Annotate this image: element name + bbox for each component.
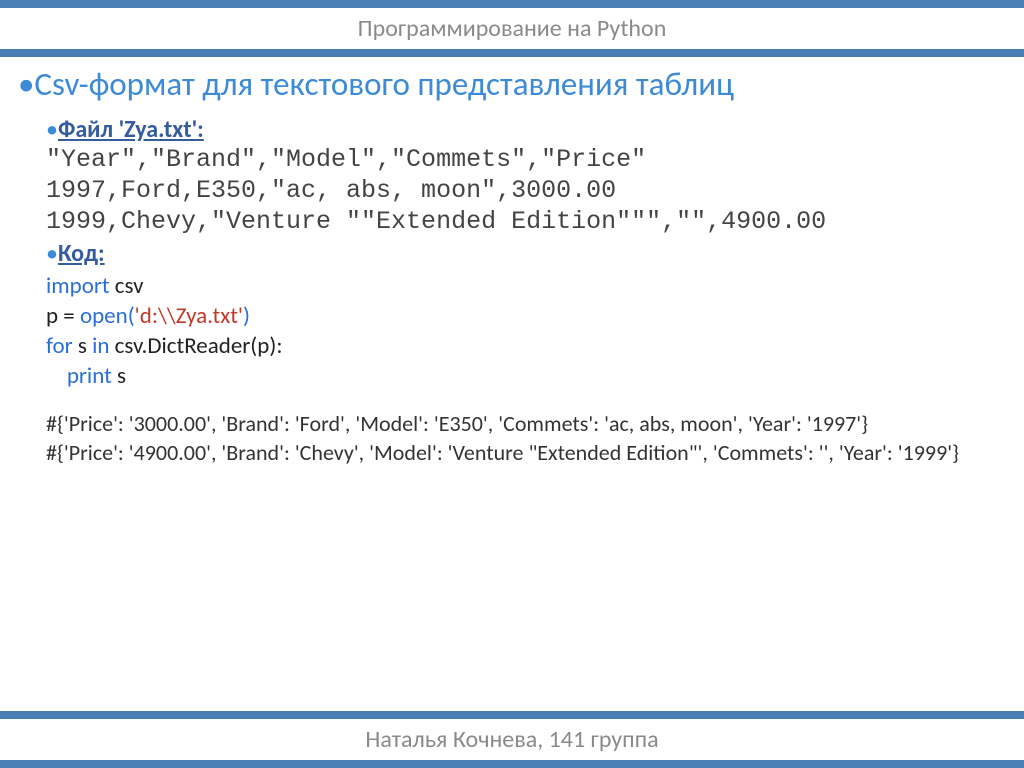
file-label: Файл 'Zya.txt': [58,115,204,144]
code-text: s [112,362,126,390]
code-line-3: for s in csv.DictReader(p): [46,332,1006,362]
code-line-4: print s [46,362,1006,392]
bullet-icon: • [46,239,58,268]
code-label: Код: [58,239,105,268]
top-bar-2 [0,49,1024,57]
code-text: csv.DictReader( [109,332,257,360]
page-footer: Наталья Кочнева, 141 группа [0,719,1024,760]
bottom-bar-1 [0,711,1024,719]
keyword-for: for [46,332,73,360]
code-text: ): [269,332,282,360]
code-line-1: import csv [46,272,1006,302]
slide-heading: •Csv-формат для текстового представления… [18,65,1006,105]
code-text: p [257,332,269,360]
bullet-icon: • [46,115,58,144]
indent [46,362,67,390]
code-label-line: •Код: [46,239,1006,268]
keyword-import: import [46,272,110,300]
keyword-print: print [67,362,112,390]
paren-close: ) [243,302,250,330]
code-text: csv [110,272,144,300]
footer: Наталья Кочнева, 141 группа [0,711,1024,768]
keyword-in: in [92,332,109,360]
output-block: #{'Price': '3000.00', 'Brand': 'Ford', '… [46,410,1006,467]
code-block: import csv p = open('d:\\Zya.txt') for s… [46,272,1006,392]
code-text: p = [46,302,80,330]
output-line-2: #{'Price': '4900.00', 'Brand': 'Chevy', … [46,439,1006,468]
bottom-bar-2 [0,760,1024,768]
top-bar-1 [0,0,1024,8]
code-text: s [73,332,92,360]
code-line-2: p = open('d:\\Zya.txt') [46,302,1006,332]
string-literal: 'd:\\Zya.txt' [135,302,243,330]
func-open: open( [80,302,135,330]
file-content: "Year","Brand","Model","Commets","Price"… [46,144,1006,238]
slide-content: •Csv-формат для текстового представления… [0,57,1024,467]
slide-body: •Файл 'Zya.txt': "Year","Brand","Model",… [18,115,1006,468]
output-line-1: #{'Price': '3000.00', 'Brand': 'Ford', '… [46,410,1006,439]
page-header: Программирование на Python [0,8,1024,49]
file-label-line: •Файл 'Zya.txt': [46,115,1006,144]
